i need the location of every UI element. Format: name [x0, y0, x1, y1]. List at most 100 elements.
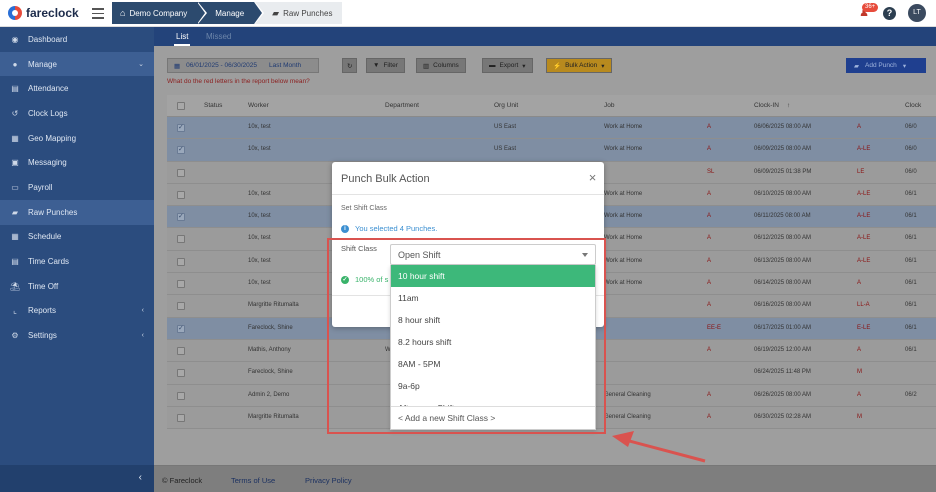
date-range-picker[interactable]: ▦ 06/01/2025 - 06/30/2025 Last Month — [167, 58, 319, 73]
sidebar-item-attendance[interactable]: ▤ Attendance — [0, 76, 154, 101]
sidebar-item-manage[interactable]: ● Manage ⌄ — [0, 51, 154, 77]
close-icon[interactable]: × — [585, 170, 600, 185]
table-cell-job: General Cleaning — [604, 391, 651, 398]
sidebar-item-time-off[interactable]: ⛱ Time Off — [0, 274, 154, 299]
row-checkbox[interactable] — [177, 168, 185, 177]
table-cell-flag: SL — [707, 168, 715, 175]
sidebar-item-settings[interactable]: ⚙ Settings ‹ — [0, 323, 154, 348]
caret-down-icon: ▾ — [902, 62, 907, 70]
table-cell-clock: 06/1 — [905, 280, 917, 287]
export-button[interactable]: ▬ Export ▾ — [482, 58, 533, 73]
sidebar-collapse-button[interactable]: ‹ — [0, 465, 154, 492]
sidebar-item-time-cards[interactable]: ▤ Time Cards — [0, 249, 154, 274]
filter-button[interactable]: ▼ Filter — [366, 58, 405, 73]
add-punch-button[interactable]: ▰ Add Punch ▾ — [846, 58, 926, 73]
sidebar-item-dashboard[interactable]: ◉ Dashboard — [0, 27, 154, 52]
column-header[interactable]: Job — [604, 102, 614, 109]
tabs-bar: List Missed — [154, 27, 936, 46]
table-cell-worker: Margritte Ritumalta — [248, 302, 299, 309]
table-cell-job: Work at Home — [604, 190, 643, 197]
caret-down-icon: ▾ — [601, 62, 605, 70]
column-header[interactable]: Org Unit — [494, 102, 518, 109]
table-cell-flag2: LE — [857, 168, 865, 175]
history-icon: ↺ — [11, 108, 19, 118]
tab-missed[interactable]: Missed — [206, 32, 231, 41]
column-header[interactable]: Department — [385, 102, 419, 109]
table-cell-clockin: 06/11/2025 08:00 AM — [754, 213, 811, 220]
row-checkbox[interactable] — [177, 302, 185, 311]
chevron-left-icon: ‹ — [141, 307, 144, 315]
notification-count-badge: 36+ — [862, 3, 879, 12]
table-header: Status Worker Department Org Unit Job Clock-I… — [167, 95, 936, 117]
sidebar-item-geo-mapping[interactable]: ▦ Geo Mapping — [0, 126, 154, 151]
sidebar-item-payroll[interactable]: ▭ Payroll — [0, 175, 154, 200]
table-cell-clockin: 06/17/2025 01:00 AM — [754, 324, 812, 331]
sidebar-item-reports[interactable]: ⌞ Reports ‹ — [0, 299, 154, 324]
row-checkbox[interactable] — [177, 346, 185, 355]
table-cell-flag: A — [707, 190, 712, 197]
sidebar-item-messaging[interactable]: ▣ Messaging — [0, 150, 154, 175]
breadcrumb-company[interactable]: ⌂ Demo Company — [112, 2, 208, 24]
table-cell-clock: 06/0 — [905, 146, 917, 153]
red-letters-help-link[interactable]: What do the red letters in the report be… — [167, 78, 310, 85]
menu-toggle-icon[interactable] — [92, 8, 104, 19]
notification-bell-icon[interactable]: ♟ 36+ — [857, 3, 879, 20]
table-row[interactable]: 10x, test US East Work at Home A 06/09/2025 … — [167, 139, 936, 162]
export-icon: ▬ — [489, 62, 496, 69]
avatar[interactable]: LT — [908, 4, 926, 22]
row-checkbox[interactable] — [177, 235, 185, 244]
table-cell-clock: 06/2 — [905, 391, 917, 398]
timeoff-icon: ⛱ — [10, 281, 21, 291]
breadcrumb: ⌂ Demo Company Manage ▰ Raw Punches — [112, 2, 343, 24]
table-cell-flag: A — [707, 391, 712, 398]
column-header[interactable]: Worker — [248, 102, 269, 109]
refresh-button[interactable]: ↻ — [342, 58, 358, 73]
table-cell-clockin: 06/12/2025 08:00 AM — [754, 235, 812, 242]
table-cell-job: Work at Home — [604, 213, 643, 220]
table-cell-job: Work at Home — [604, 257, 643, 264]
sidebar-item-clock-logs[interactable]: ↺ Clock Logs — [0, 101, 154, 126]
column-header[interactable]: Status — [204, 102, 222, 109]
sidebar-item-label: Manage — [28, 59, 57, 69]
column-header[interactable]: Clock-IN — [754, 102, 779, 109]
sidebar-item-label: Settings — [28, 331, 57, 341]
row-checkbox[interactable] — [177, 324, 185, 333]
row-checkbox[interactable] — [177, 257, 185, 266]
row-checkbox[interactable] — [177, 280, 185, 289]
table-cell-clockin: 06/06/2025 08:00 AM — [754, 124, 812, 130]
table-cell-flag2: E-LE — [857, 324, 871, 331]
table-cell-flag2: A — [857, 280, 862, 287]
column-header[interactable]: Clock — [905, 102, 921, 109]
table-cell-worker: Fareclock, Shine — [248, 369, 293, 376]
row-checkbox[interactable] — [177, 212, 185, 222]
table-cell-job: Work at Home — [604, 146, 643, 153]
car-icon: ▰ — [272, 7, 280, 18]
select-all-checkbox[interactable] — [177, 102, 185, 110]
row-checkbox[interactable] — [177, 369, 185, 378]
help-icon[interactable]: ? — [883, 6, 896, 20]
privacy-link[interactable]: Privacy Policy — [305, 476, 352, 485]
table-cell-job: Work at Home — [604, 124, 643, 130]
row-checkbox[interactable] — [177, 391, 185, 400]
table-cell-job: General Cleaning — [604, 413, 651, 420]
row-checkbox[interactable] — [177, 413, 185, 422]
row-checkbox[interactable] — [177, 190, 185, 199]
row-checkbox[interactable] — [177, 123, 185, 132]
table-cell-clockin: 06/24/2025 11:48 PM — [754, 369, 811, 376]
calendar-icon: ▦ — [174, 62, 181, 70]
car-icon: ▰ — [854, 62, 859, 70]
bulk-action-button[interactable]: ⚡ Bulk Action ▾ — [546, 58, 612, 73]
map-icon: ▦ — [11, 133, 19, 143]
columns-button[interactable]: ▥ Columns — [416, 58, 466, 73]
terms-link[interactable]: Terms of Use — [231, 476, 275, 485]
sidebar-item-raw-punches[interactable]: ▰ Raw Punches — [0, 199, 154, 225]
table-cell-clockin: 06/16/2025 08:00 AM — [754, 302, 812, 309]
table-cell-flag: A — [707, 213, 712, 220]
row-checkbox[interactable] — [177, 145, 185, 155]
table-cell-flag: A — [707, 146, 712, 153]
sidebar-item-schedule[interactable]: ▦ Schedule — [0, 225, 154, 250]
table-row[interactable]: 10x, test US East Work at Home A 06/06/2025 … — [167, 117, 936, 140]
app-logo[interactable]: fareclock — [8, 6, 79, 20]
tab-list[interactable]: List — [173, 32, 191, 46]
home-icon: ⌂ — [120, 8, 126, 18]
